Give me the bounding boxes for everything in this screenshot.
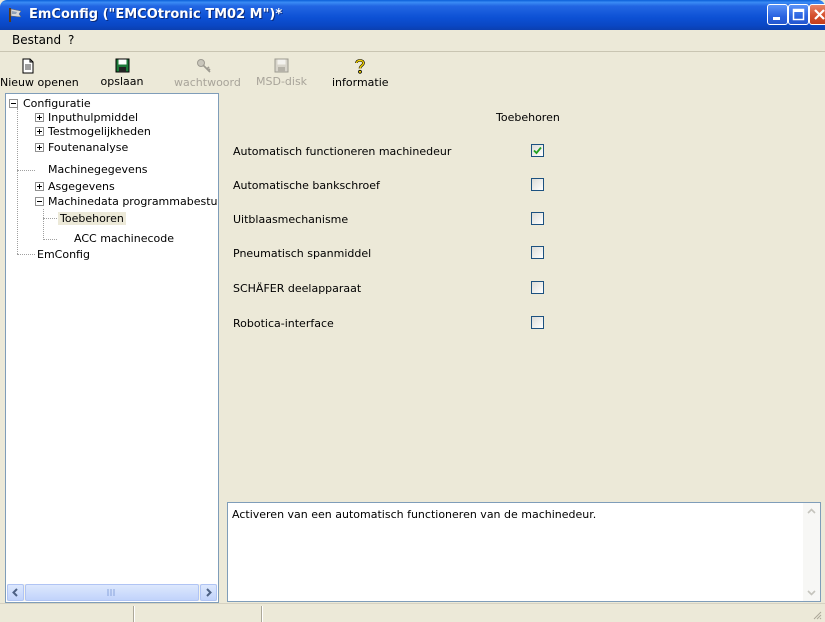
- msd-disk-button[interactable]: MSD-disk: [256, 54, 308, 90]
- tree-item-acc-machinecode[interactable]: ACC machinecode: [74, 232, 174, 246]
- tree-item-emconfig[interactable]: EmConfig: [37, 248, 90, 262]
- close-icon: [814, 9, 825, 20]
- disk-icon: [274, 58, 288, 73]
- key-icon: [197, 59, 211, 73]
- checkbox-schafer[interactable]: [531, 281, 544, 294]
- description-box[interactable]: Activeren van een automatisch functioner…: [227, 502, 821, 602]
- section-title: Toebehoren: [496, 111, 560, 124]
- tree-line: [43, 239, 57, 241]
- status-separator: [133, 606, 134, 622]
- checkbox-pneumatic-clamp[interactable]: [531, 246, 544, 259]
- tree-item-label: EmConfig: [37, 248, 90, 261]
- checkbox-robotics[interactable]: [531, 316, 544, 329]
- expand-icon[interactable]: [35, 113, 44, 122]
- new-open-label: Nieuw openen: [0, 76, 79, 89]
- tree-item-label: Toebehoren: [58, 212, 126, 225]
- close-button[interactable]: [809, 4, 825, 25]
- tree-item-label: Machinegegevens: [48, 163, 148, 176]
- toolbar: Nieuw openen opslaan wachtwoord MSD-disk…: [0, 52, 825, 92]
- expand-icon[interactable]: [35, 143, 44, 152]
- maximize-icon: [792, 8, 805, 21]
- option-label: Uitblaasmechanisme: [233, 213, 349, 226]
- collapse-icon[interactable]: [9, 99, 18, 108]
- information-button[interactable]: informatie: [332, 54, 389, 90]
- menu-bar: Bestand ?: [0, 30, 825, 52]
- description-text: Activeren van een automatisch functioner…: [232, 508, 597, 521]
- tree-item-label: Machinedata programmabesturir: [48, 195, 219, 208]
- tree-item-label: Inputhulpmiddel: [48, 111, 139, 124]
- status-separator: [261, 606, 262, 622]
- tree-line: [43, 218, 57, 220]
- scroll-right-button[interactable]: [200, 584, 217, 601]
- msd-disk-label: MSD-disk: [256, 75, 308, 88]
- arrow-up-icon[interactable]: [803, 503, 820, 520]
- tree-item-label: Testmogelijkheden: [48, 125, 151, 138]
- tree-horizontal-scrollbar[interactable]: [7, 584, 217, 601]
- minimize-icon: [773, 17, 780, 20]
- maximize-button[interactable]: [788, 4, 809, 25]
- option-label: SCHÄFER deelapparaat: [233, 282, 362, 295]
- expand-icon[interactable]: [35, 182, 44, 191]
- menu-help[interactable]: ?: [68, 33, 74, 47]
- new-open-button[interactable]: Nieuw openen: [0, 54, 79, 90]
- tree-line: [43, 209, 45, 240]
- option-label: Robotica-interface: [233, 317, 334, 330]
- tree-line: [17, 254, 35, 256]
- save-label: opslaan: [100, 75, 144, 88]
- document-icon: [22, 58, 34, 74]
- scroll-left-button[interactable]: [7, 584, 24, 601]
- password-button[interactable]: wachtwoord: [174, 54, 241, 90]
- arrow-right-icon: [206, 588, 212, 597]
- option-label: Pneumatisch spanmiddel: [233, 247, 372, 260]
- tree-line: [17, 170, 35, 172]
- tree-item-label: ACC machinecode: [74, 232, 174, 245]
- tree-line: [17, 108, 19, 254]
- arrow-down-icon[interactable]: [803, 584, 820, 601]
- question-icon: [355, 59, 365, 74]
- app-window: EmConfig ("EMCOtronic TM02 M")* Bestand …: [0, 0, 825, 622]
- option-label: Automatisch functioneren machinedeur: [233, 145, 452, 158]
- tree-item-toebehoren[interactable]: Toebehoren: [58, 212, 126, 226]
- resize-grip-icon[interactable]: [812, 610, 822, 620]
- title-bar[interactable]: EmConfig ("EMCOtronic TM02 M")*: [0, 0, 825, 30]
- navigation-tree[interactable]: Configuratie Inputhulpmiddel Testmogelij…: [5, 93, 219, 603]
- app-flag-icon: [9, 8, 22, 22]
- save-button[interactable]: opslaan: [100, 54, 144, 90]
- window-title: EmConfig ("EMCOtronic TM02 M")*: [29, 7, 283, 22]
- status-bar: [0, 603, 825, 622]
- checkbox-automatic-vise[interactable]: [531, 178, 544, 191]
- arrow-left-icon: [12, 588, 18, 597]
- scroll-thumb[interactable]: [25, 584, 199, 601]
- floppy-disk-icon: [115, 58, 129, 73]
- expand-icon[interactable]: [35, 127, 44, 136]
- tree-item-machinegegevens[interactable]: Machinegegevens: [48, 163, 148, 177]
- information-label: informatie: [332, 76, 389, 89]
- option-label: Automatische bankschroef: [233, 179, 380, 192]
- tree-item-label: Foutenanalyse: [48, 141, 129, 154]
- collapse-icon[interactable]: [35, 197, 44, 206]
- grip-icon: [107, 589, 115, 596]
- menu-bestand[interactable]: Bestand: [12, 33, 61, 47]
- tree-item-label: Asgegevens: [48, 180, 115, 193]
- minimize-button[interactable]: [767, 4, 788, 25]
- password-label: wachtwoord: [174, 76, 241, 89]
- checkmark-icon: [533, 146, 542, 155]
- description-vertical-scrollbar[interactable]: [803, 503, 820, 601]
- tree-item-label: Configuratie: [23, 97, 91, 110]
- checkbox-automatic-door[interactable]: [531, 144, 544, 157]
- checkbox-blow-out[interactable]: [531, 212, 544, 225]
